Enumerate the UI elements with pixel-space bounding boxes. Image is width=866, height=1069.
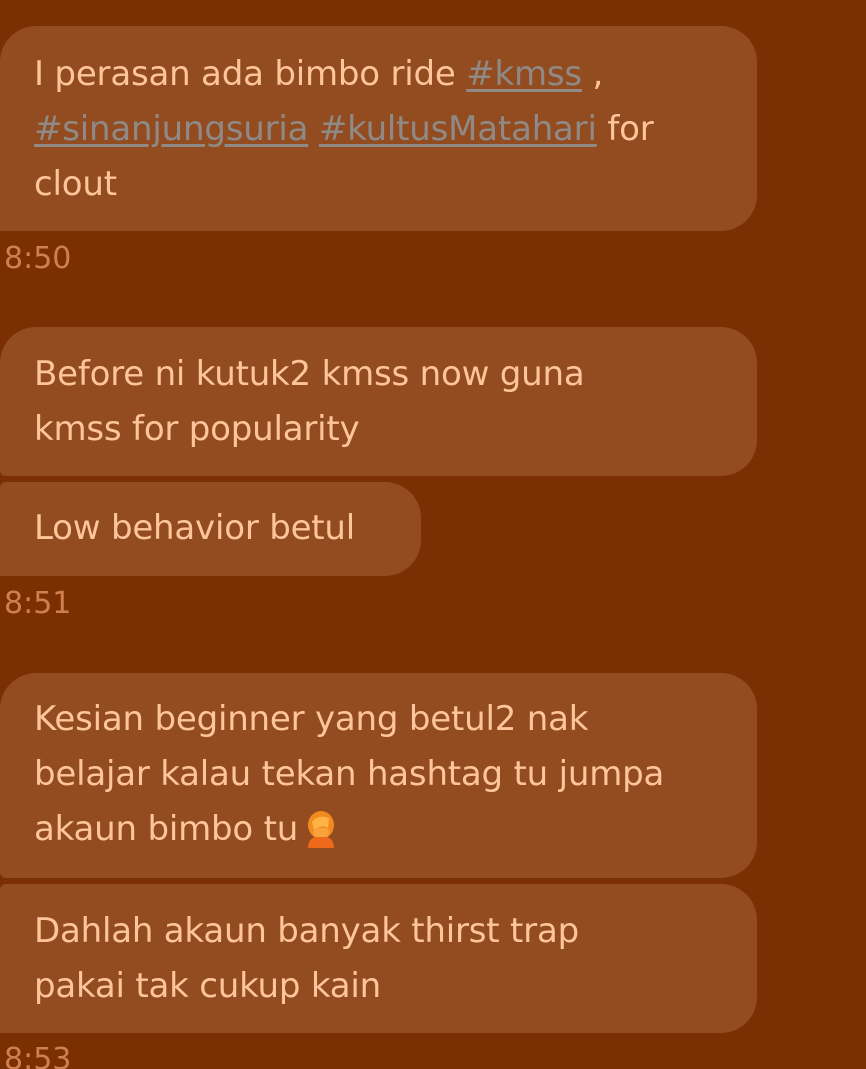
message-timestamp: 8:53 (4, 1042, 72, 1069)
message-bubble[interactable]: Kesian beginner yang betul2 nak belajar … (0, 673, 757, 878)
message-timestamp: 8:50 (4, 241, 72, 276)
chat-thread: I perasan ada bimbo ride #kmss , #sinanj… (0, 0, 866, 1069)
message-text: Low behavior betul (34, 508, 356, 548)
facepalm-emoji-icon (308, 811, 335, 848)
message-bubble[interactable]: I perasan ada bimbo ride #kmss , #sinanj… (0, 26, 757, 231)
message-text: Dahlah akaun banyak thirst trap pakai ta… (34, 911, 579, 1006)
message-text-segment: I perasan ada bimbo ride (34, 54, 467, 94)
hashtag-link[interactable]: #sinanjungsuria (34, 109, 308, 149)
message-text: Kesian beginner yang betul2 nak belajar … (34, 692, 674, 857)
message-bubble[interactable]: Dahlah akaun banyak thirst trap pakai ta… (0, 884, 757, 1033)
message-bubble[interactable]: Low behavior betul (0, 482, 421, 576)
message-text: Before ni kutuk2 kmss now guna kmss for … (34, 354, 585, 449)
message-timestamp: 8:51 (4, 586, 72, 621)
message-text: I perasan ada bimbo ride #kmss , #sinanj… (34, 47, 727, 212)
hashtag-link[interactable]: #kultusMatahari (319, 109, 597, 149)
hashtag-link[interactable]: #kmss (466, 54, 582, 94)
message-text-segment: , (581, 54, 604, 94)
message-text-segment (308, 109, 319, 149)
message-text-content: Kesian beginner yang betul2 nak belajar … (34, 699, 665, 849)
message-bubble[interactable]: Before ni kutuk2 kmss now guna kmss for … (0, 327, 757, 476)
